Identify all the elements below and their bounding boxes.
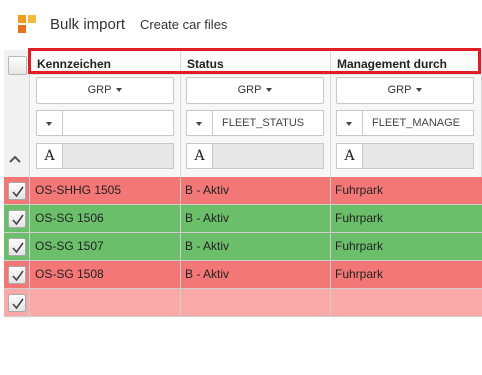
caret-down-icon: [416, 88, 423, 93]
filter-input[interactable]: FLEET_STATUS: [212, 110, 324, 136]
row-selector: [4, 289, 30, 316]
column-header[interactable]: Status: [181, 50, 330, 75]
column-title: Management durch: [337, 57, 448, 71]
filter-input[interactable]: [62, 110, 174, 136]
column-title: Kennzeichen: [37, 57, 112, 71]
cell-kennzeichen[interactable]: OS-SG 1508: [31, 261, 181, 288]
cell-status[interactable]: [181, 289, 331, 316]
filter-operator-dropdown[interactable]: [336, 110, 362, 136]
row-selector: [4, 261, 30, 288]
cell-kennzeichen[interactable]: [31, 289, 181, 316]
checkmark-icon: [12, 186, 24, 198]
cell-kennzeichen[interactable]: OS-SHHG 1505: [31, 177, 181, 204]
group-button-label: GRP: [87, 84, 112, 96]
filter-input[interactable]: FLEET_MANAGE: [362, 110, 474, 136]
row-checkbox[interactable]: [8, 182, 26, 200]
table-row[interactable]: OS-SHHG 1505 B - Aktiv Fuhrpark: [4, 177, 482, 205]
row-selector: [4, 233, 30, 260]
caret-down-icon: [346, 122, 352, 126]
text-filter-input[interactable]: [212, 143, 324, 169]
group-button-label: GRP: [387, 84, 412, 96]
group-button-label: GRP: [237, 84, 262, 96]
column-header[interactable]: Management durch: [331, 50, 481, 75]
cell-status[interactable]: B - Aktiv: [181, 233, 331, 260]
table-row[interactable]: OS-SG 1508 B - Aktiv Fuhrpark: [4, 261, 482, 289]
group-button[interactable]: GRP: [36, 77, 174, 104]
toolbar: Bulk import Create car files: [0, 0, 482, 48]
cell-kennzeichen[interactable]: OS-SG 1507: [31, 233, 181, 260]
checkmark-icon: [12, 270, 24, 282]
caret-down-icon: [116, 88, 123, 93]
filter-operator-dropdown[interactable]: [186, 110, 212, 136]
row-checkbox[interactable]: [8, 210, 26, 228]
group-button[interactable]: GRP: [186, 77, 324, 104]
text-filter-icon[interactable]: A: [336, 143, 362, 169]
cell-management[interactable]: [331, 289, 482, 316]
column-management-durch: Management durch GRP FLEET_MANAGE A: [331, 50, 482, 177]
cell-status[interactable]: B - Aktiv: [181, 177, 331, 204]
column-title: Status: [187, 57, 224, 71]
create-car-files-button[interactable]: Create car files: [140, 17, 227, 32]
table-row[interactable]: OS-SG 1507 B - Aktiv Fuhrpark: [4, 233, 482, 261]
checkmark-icon: [12, 298, 24, 310]
caret-down-icon: [266, 88, 273, 93]
row-checkbox[interactable]: [8, 266, 26, 284]
row-selector: [4, 205, 30, 232]
row-selector: [4, 177, 30, 204]
row-checkbox[interactable]: [8, 238, 26, 256]
select-all-checkbox[interactable]: [8, 56, 27, 75]
checkmark-icon: [12, 242, 24, 254]
group-button[interactable]: GRP: [336, 77, 474, 104]
page-title: Bulk import: [50, 16, 126, 33]
column-header[interactable]: Kennzeichen: [31, 50, 180, 75]
caret-down-icon: [46, 122, 52, 126]
chevron-up-icon[interactable]: [9, 150, 21, 166]
cell-status[interactable]: B - Aktiv: [181, 261, 331, 288]
row-checkbox[interactable]: [8, 294, 26, 312]
cell-management[interactable]: Fuhrpark: [331, 233, 482, 260]
cell-status[interactable]: B - Aktiv: [181, 205, 331, 232]
text-filter-icon[interactable]: A: [36, 143, 62, 169]
text-filter-icon[interactable]: A: [186, 143, 212, 169]
app-logo-icon: [18, 15, 36, 33]
cell-management[interactable]: Fuhrpark: [331, 205, 482, 232]
column-kennzeichen: Kennzeichen GRP A: [31, 50, 181, 177]
cell-kennzeichen[interactable]: OS-SG 1506: [31, 205, 181, 232]
text-filter-input[interactable]: [362, 143, 474, 169]
table-row[interactable]: [4, 289, 482, 317]
table-row[interactable]: OS-SG 1506 B - Aktiv Fuhrpark: [4, 205, 482, 233]
caret-down-icon: [196, 122, 202, 126]
filter-operator-dropdown[interactable]: [36, 110, 62, 136]
cell-management[interactable]: Fuhrpark: [331, 177, 482, 204]
checkmark-icon: [12, 214, 24, 226]
cell-management[interactable]: Fuhrpark: [331, 261, 482, 288]
column-status: Status GRP FLEET_STATUS A: [181, 50, 331, 177]
text-filter-input[interactable]: [62, 143, 174, 169]
